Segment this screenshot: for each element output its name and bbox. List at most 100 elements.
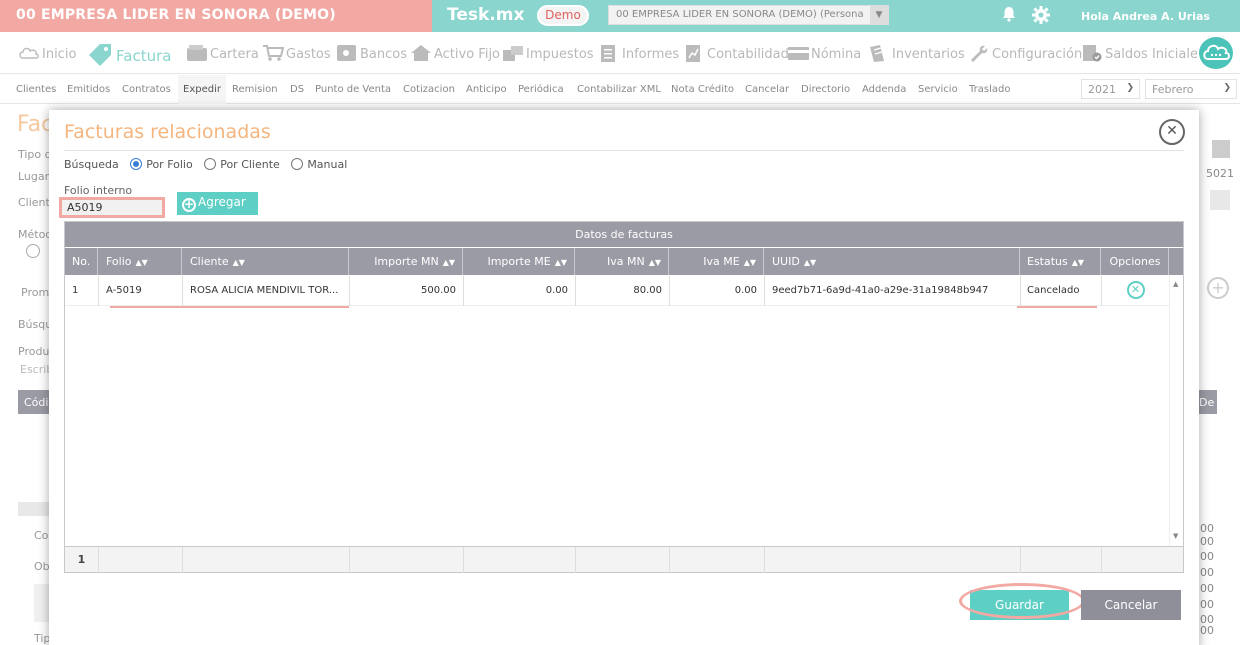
nav-item-nomina[interactable]: Nómina: [787, 44, 861, 62]
bell-icon[interactable]: [1002, 6, 1016, 22]
footer-cell: [99, 547, 183, 573]
scroll-down-icon[interactable]: ▼: [1173, 532, 1178, 540]
sort-icon: ▲▼: [648, 258, 661, 267]
demo-badge: Demo: [537, 5, 589, 26]
nav-item-impuestos[interactable]: Impuestos: [502, 44, 594, 62]
tag-icon: [89, 44, 111, 66]
col-header-folio[interactable]: Folio ▲▼: [99, 248, 182, 275]
subnav-item-remision[interactable]: Remision: [232, 84, 278, 95]
folio-input[interactable]: A5019: [59, 197, 165, 218]
subnav-item-traslado[interactable]: Traslado: [969, 84, 1010, 95]
month-select[interactable]: Febrero ❯: [1145, 79, 1237, 99]
col-header-iva-me[interactable]: Iva ME ▲▼: [670, 248, 764, 275]
bg-fragment: 00: [1200, 598, 1214, 611]
user-greeting[interactable]: Hola Andrea A. Urias: [1081, 10, 1210, 23]
subnav-item-periodica[interactable]: Periódica: [518, 84, 564, 95]
subnav-item-contratos[interactable]: Contratos: [122, 84, 171, 95]
footer-cell: [1102, 547, 1183, 573]
company-title: 00 EMPRESA LIDER EN SONORA (DEMO): [0, 0, 432, 32]
nav-item-label: Factura: [116, 47, 172, 65]
col-header-estatus[interactable]: Estatus ▲▼: [1021, 248, 1101, 275]
bg-label: Búsqu: [18, 318, 53, 331]
subnav-item-ds[interactable]: DS: [290, 84, 304, 95]
col-header-importe-me[interactable]: Importe ME ▲▼: [464, 248, 575, 275]
house-icon: [411, 45, 431, 61]
brand-logo[interactable]: Tesk.mx: [447, 5, 524, 25]
col-header-importe-mn[interactable]: Importe MN ▲▼: [350, 248, 463, 275]
nav-item-inventarios[interactable]: Inventarios: [868, 44, 965, 62]
nav-item-factura[interactable]: Factura: [86, 43, 171, 67]
bg-fragment: 00: [1200, 624, 1214, 637]
nav-item-inicio[interactable]: Inicio: [18, 44, 76, 62]
cell-importe-me: 0.00: [464, 276, 576, 306]
subnav-item-emitidos[interactable]: Emitidos: [67, 84, 110, 95]
grid-footer: 1: [65, 546, 1183, 573]
subnav-item-nota-credito[interactable]: Nota Crédito: [671, 84, 734, 95]
year-select-value: 2021: [1088, 83, 1116, 96]
gear-icon[interactable]: [1032, 6, 1050, 24]
grid-header: No. Folio ▲▼ Cliente ▲▼ Importe MN ▲▼ Impor…: [65, 248, 1183, 275]
nav-item-gastos[interactable]: Gastos: [262, 44, 331, 62]
col-header-no[interactable]: No.: [65, 248, 98, 275]
nav-item-cartera[interactable]: Cartera: [186, 44, 259, 62]
add-button-label: Agregar: [198, 195, 246, 209]
col-header-label: Folio: [106, 255, 132, 268]
table-row[interactable]: 1 A-5019 ROSA ALICIA MENDIVIL TOR... 500…: [65, 276, 1169, 306]
subnav-item-directorio[interactable]: Directorio: [801, 84, 850, 95]
scroll-up-icon[interactable]: ▲: [1173, 280, 1178, 288]
add-button[interactable]: + Agregar: [177, 192, 258, 215]
chat-cloud-icon: [1203, 44, 1230, 60]
remove-row-icon[interactable]: ✕: [1126, 281, 1145, 299]
bg-label: Ob: [34, 560, 50, 573]
nav-item-contabilidad[interactable]: Contabilidad: [683, 44, 789, 62]
safe-icon: [337, 45, 356, 61]
folio-label: Folio interno: [64, 184, 133, 197]
col-header-uuid[interactable]: UUID ▲▼: [765, 248, 1020, 275]
subnav-item-contabilizar-xml[interactable]: Contabilizar XML: [577, 84, 661, 95]
nav-item-configuracion[interactable]: Configuración: [968, 44, 1082, 62]
cancel-button[interactable]: Cancelar: [1081, 590, 1181, 620]
sort-icon: ▲▼: [135, 258, 148, 267]
subnav-item-punto-de-venta[interactable]: Punto de Venta: [315, 84, 391, 95]
radio-por-cliente[interactable]: [204, 158, 217, 170]
nav-item-saldos-iniciales[interactable]: Saldos Iniciales: [1081, 44, 1205, 62]
col-header-label: No.: [72, 255, 91, 268]
subnav-item-expedir[interactable]: Expedir: [178, 75, 226, 104]
cell-no: 1: [65, 276, 99, 306]
subnav-item-cotizacion[interactable]: Cotizacion: [403, 84, 455, 95]
col-header-cliente[interactable]: Cliente ▲▼: [183, 248, 349, 275]
sort-icon: ▲▼: [442, 258, 455, 267]
chevron-down-icon: ❯: [1223, 83, 1231, 93]
subnav-item-clientes[interactable]: Clientes: [16, 84, 56, 95]
cell-estatus: Cancelado: [1021, 276, 1102, 306]
nav-item-informes[interactable]: Informes: [598, 44, 679, 62]
grid-scrollbar[interactable]: ▲ ▼: [1169, 276, 1183, 546]
subnav-item-cancelar[interactable]: Cancelar: [745, 84, 789, 95]
footer-cell: [670, 547, 765, 573]
cart-icon: [263, 45, 284, 61]
nav-item-activo-fijo[interactable]: Activo Fijo: [410, 44, 500, 62]
card-icon: [788, 47, 809, 60]
bg-label: Lugar: [18, 170, 50, 183]
nav-item-label: Bancos: [360, 47, 407, 62]
bg-label: Tip: [34, 632, 51, 645]
sub-nav: Clientes Emitidos Contratos Expedir Remi…: [0, 75, 1240, 104]
wallet-icon: [187, 45, 207, 61]
footer-cell: [464, 547, 576, 573]
clipboard-icon: [870, 45, 884, 62]
col-header-iva-mn[interactable]: Iva MN ▲▼: [576, 248, 669, 275]
subnav-item-servicio[interactable]: Servicio: [918, 84, 958, 95]
radio-por-folio[interactable]: [130, 158, 143, 170]
chat-cloud-button[interactable]: [1197, 35, 1235, 71]
grid-caption: Datos de facturas: [65, 222, 1183, 247]
subnav-item-anticipo[interactable]: Anticipo: [466, 84, 507, 95]
company-select-value: 00 EMPRESA LIDER EN SONORA (DEMO) (Perso…: [616, 9, 864, 20]
year-select[interactable]: 2021 ❯: [1081, 79, 1140, 99]
nav-item-bancos[interactable]: Bancos: [336, 44, 407, 62]
bg-fragment: 00: [1200, 582, 1214, 595]
nav-item-label: Inventarios: [892, 47, 965, 62]
radio-manual[interactable]: [291, 158, 304, 170]
company-select[interactable]: 00 EMPRESA LIDER EN SONORA (DEMO) (Perso…: [608, 5, 889, 25]
close-icon[interactable]: ✕: [1159, 119, 1185, 145]
subnav-item-addenda[interactable]: Addenda: [862, 84, 906, 95]
